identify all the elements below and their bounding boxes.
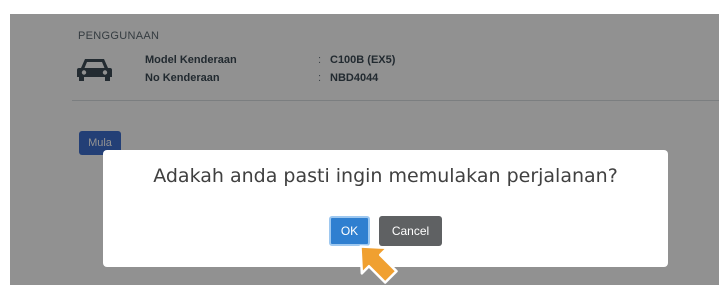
pointer-arrow-icon: [359, 245, 398, 284]
dialog-message: Adakah anda pasti ingin memulakan perjal…: [153, 165, 618, 187]
